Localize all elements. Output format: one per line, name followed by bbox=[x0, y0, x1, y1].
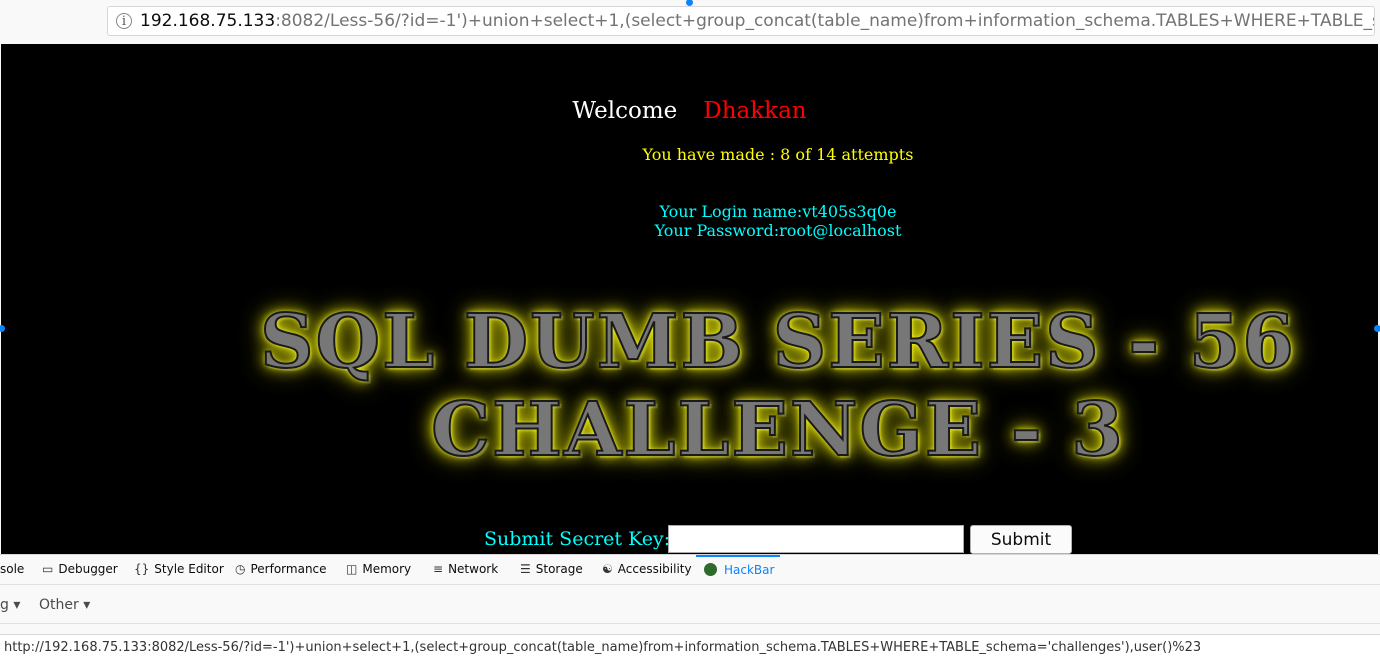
devtools-tabs: sole ▭ Debugger {} Style Editor ◷ Performan… bbox=[0, 555, 1380, 585]
browser-toolbar: i 192.168.75.133:8082/Less-56/?id=-1')+u… bbox=[0, 0, 1380, 44]
hackbar-menu-other-label: Other bbox=[39, 597, 79, 613]
attempts-text: You have made : 8 of 14 attempts bbox=[642, 145, 914, 164]
url-host: 192.168.75.133 bbox=[140, 11, 276, 31]
banner-title-line2: CHALLENGE - 3 bbox=[430, 386, 1125, 474]
tab-console[interactable]: sole bbox=[0, 555, 24, 584]
tab-console-label: sole bbox=[0, 562, 25, 576]
hackbar-menu-partial[interactable]: g ▾ bbox=[0, 597, 20, 613]
tab-storage[interactable]: ☰ Storage bbox=[520, 555, 583, 584]
url-text[interactable]: 192.168.75.133:8082/Less-56/?id=-1')+uni… bbox=[140, 11, 1375, 31]
tab-hackbar[interactable]: HackBar bbox=[696, 555, 780, 582]
welcome-label: Welcome bbox=[572, 98, 678, 124]
tab-network[interactable]: ≡ Network bbox=[433, 555, 498, 584]
url-path: :8082/Less-56/?id=-1')+union+select+1,(s… bbox=[275, 11, 1375, 31]
submit-button[interactable]: Submit bbox=[970, 525, 1072, 554]
memory-icon: ◫ bbox=[346, 562, 358, 576]
style-editor-icon: {} bbox=[134, 562, 150, 576]
tab-network-label: Network bbox=[448, 562, 499, 576]
network-icon: ≡ bbox=[433, 562, 444, 576]
hackbar-toolbar: g ▾ Other ▾ bbox=[0, 585, 1380, 624]
tab-memory-label: Memory bbox=[362, 562, 412, 576]
tab-performance-label: Performance bbox=[250, 562, 327, 576]
resize-handle-right[interactable] bbox=[1374, 325, 1380, 332]
chevron-down-icon: ▾ bbox=[83, 597, 91, 613]
hackbar-url-field[interactable]: http://192.168.75.133:8082/Less-56/?id=-… bbox=[0, 634, 1380, 661]
devtools-panel: sole ▭ Debugger {} Style Editor ◷ Performan… bbox=[0, 554, 1380, 661]
tab-accessibility[interactable]: ☯ Accessibility bbox=[602, 555, 692, 584]
performance-icon: ◷ bbox=[235, 562, 246, 576]
tab-debugger-label: Debugger bbox=[58, 562, 118, 576]
debugger-icon: ▭ bbox=[42, 562, 54, 576]
tab-memory[interactable]: ◫ Memory bbox=[346, 555, 411, 584]
page-content: Welcome Dhakkan You have made : 8 of 14 a… bbox=[1, 44, 1378, 554]
tab-hackbar-label: HackBar bbox=[724, 563, 775, 577]
tab-storage-label: Storage bbox=[535, 562, 583, 576]
welcome-name: Dhakkan bbox=[703, 98, 807, 124]
login-name-text: Your Login name:vt405s3q0e bbox=[659, 202, 897, 221]
password-text: Your Password:root@localhost bbox=[654, 221, 902, 240]
secret-key-form: Submit Secret Key: Submit bbox=[1, 524, 1378, 554]
accessibility-icon: ☯ bbox=[602, 562, 613, 576]
tab-style-editor[interactable]: {} Style Editor bbox=[134, 555, 224, 584]
tab-accessibility-label: Accessibility bbox=[617, 562, 692, 576]
hackbar-url-text: http://192.168.75.133:8082/Less-56/?id=-… bbox=[4, 640, 1202, 655]
tab-style-editor-label: Style Editor bbox=[154, 562, 224, 576]
secret-key-input[interactable] bbox=[668, 525, 964, 553]
secret-key-label: Submit Secret Key: bbox=[484, 528, 671, 550]
hackbar-menu-other[interactable]: Other ▾ bbox=[39, 597, 90, 613]
banner-title-line1: SQL DUMB SERIES - 56 bbox=[259, 298, 1296, 386]
info-icon[interactable]: i bbox=[116, 13, 132, 29]
url-bar[interactable]: i 192.168.75.133:8082/Less-56/?id=-1')+u… bbox=[107, 6, 1375, 36]
hackbar-menu-partial-label: g bbox=[0, 597, 9, 613]
chevron-down-icon: ▾ bbox=[13, 597, 21, 613]
tab-debugger[interactable]: ▭ Debugger bbox=[42, 555, 118, 584]
storage-icon: ☰ bbox=[520, 562, 531, 576]
welcome-line: Welcome Dhakkan bbox=[1, 98, 1378, 124]
hackbar-icon bbox=[704, 563, 717, 576]
tab-performance[interactable]: ◷ Performance bbox=[235, 555, 327, 584]
